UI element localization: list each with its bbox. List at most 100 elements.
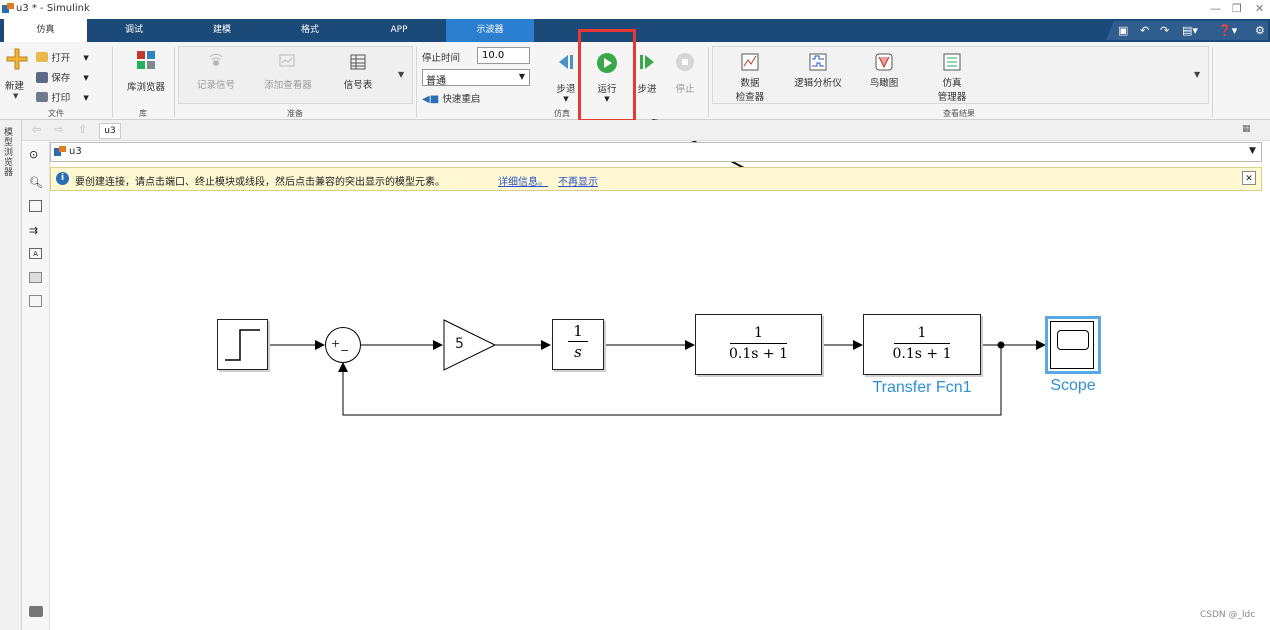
open-button[interactable]: 打开 ▼ [36,50,100,64]
title-bar: u3 * - Simulink — ❐ ✕ [0,0,1270,19]
hide-browser-icon[interactable]: ⊙ [29,148,38,161]
review-expand-icon[interactable]: ▼ [1194,70,1200,79]
step-icon [225,329,260,361]
area-icon[interactable] [29,295,42,307]
tab-debug[interactable]: 调试 [92,19,176,42]
new-icon [6,48,28,70]
export-icon[interactable]: ▤▾ [1182,22,1198,39]
fast-restart-icon: ◀■ [422,94,440,105]
tf-denominator: 0.1s + 1 [729,346,788,362]
sum-block[interactable]: + − [325,327,361,363]
details-link[interactable]: 详细信息。 [498,173,548,188]
simulink-logo-icon [2,3,14,13]
integrator-block[interactable]: 1 s [552,319,604,370]
sim-manager-button[interactable]: 仿真 管理器 [934,52,970,103]
print-button[interactable]: 打印 ▼ [36,90,100,104]
scope-block[interactable] [1045,316,1101,374]
close-icon[interactable]: ✕ [1255,2,1264,15]
printer-icon [36,92,48,102]
chevron-down-icon: ▼ [518,72,525,81]
tf1-denominator: 0.1s + 1 [892,346,952,362]
tab-apps[interactable]: APP [356,19,442,42]
ribbon-divider [708,47,709,117]
logic-analyzer-button[interactable]: 逻辑分析仪 [790,52,846,89]
route-lines-icon[interactable]: ⇉ [29,224,38,237]
birdseye-icon [875,53,893,71]
ribbon-divider [416,47,417,117]
annotation-icon[interactable]: A [29,248,42,259]
transfer-fcn1-label: Transfer Fcn1 [872,379,972,396]
folder-icon [36,52,48,62]
gain-value: 5 [455,336,464,352]
keyboard-icon[interactable]: ▦ [1242,124,1251,134]
image-icon[interactable] [29,272,42,283]
log-signal-button[interactable]: 记录信号 [190,52,242,91]
new-button[interactable]: 新建 ▼ [5,48,28,100]
close-icon[interactable]: ✕ [1242,171,1256,185]
tab-modeling[interactable]: 建模 [180,19,264,42]
ribbon-divider [112,47,113,117]
library-grid-icon [137,51,155,69]
ribbon-divider [1212,47,1213,117]
stop-icon [676,53,694,71]
up-icon[interactable]: ⇧ [78,123,87,136]
fraction-bar [894,343,950,344]
dont-show-again-link[interactable]: 不再显示 [558,173,598,188]
section-prepare: 准备 [287,109,303,118]
save-icon[interactable]: ▣ [1118,22,1128,39]
transfer-fcn-block[interactable]: 1 0.1s + 1 [695,314,822,375]
model-browser-tab[interactable]: 模型浏览器 [4,128,16,178]
prepare-expand-icon[interactable]: ▼ [398,70,404,79]
window-title: u3 * - Simulink [16,3,90,14]
stop-button[interactable]: 停止 [672,52,698,95]
model-browser-rail: 模型浏览器 [0,120,22,630]
signal-table-button[interactable]: 信号表 [334,52,382,91]
scope-screen-icon [1057,330,1089,350]
undo-icon[interactable]: ↶ [1140,22,1149,39]
library-browser-button[interactable]: 库浏览器 [122,50,170,93]
save-button[interactable]: 保存 ▼ [36,70,100,84]
redo-icon[interactable]: ↷ [1160,22,1169,39]
forward-icon[interactable]: ⇨ [54,123,63,136]
model-canvas[interactable] [50,191,1262,630]
fraction-bar [568,341,588,342]
settings-icon[interactable]: ⚙ [1255,22,1265,39]
tab-format[interactable]: 格式 [268,19,352,42]
model-icon [54,146,66,156]
minimize-icon[interactable]: — [1210,2,1221,15]
integrator-denominator: s [574,343,582,361]
canvas-toolbar: ⊙ 🔍︎ ⇉ A [22,120,50,630]
step-forward-button[interactable]: 步进 [634,52,660,95]
birdseye-button[interactable]: 鸟瞰图 [866,52,902,89]
tf-numerator: 1 [754,325,763,341]
help-icon[interactable]: ❓▾ [1218,22,1237,39]
fit-view-icon[interactable] [29,200,42,212]
sim-mode-select[interactable]: 普通 ▼ [422,69,530,87]
step-block[interactable] [217,319,268,370]
tab-simulation[interactable]: 仿真 [4,19,87,42]
stop-time-input[interactable] [477,47,530,64]
back-icon[interactable]: ⇦ [32,123,41,136]
gain-block[interactable] [443,319,497,371]
info-icon: i [56,172,69,185]
fast-restart-toggle[interactable]: ◀■ 快速重启 [422,91,480,105]
fraction-bar [730,343,787,344]
info-message: 要创建连接，请点击端口、终止模块或线段，然后点击兼容的突出显示的模型元素。 [75,177,445,188]
broadcast-icon [209,53,223,66]
step-forward-icon [640,55,654,69]
zoom-icon[interactable]: 🔍︎ [29,176,43,189]
tf1-numerator: 1 [917,325,927,341]
navigation-bar: ⇦ ⇨ ⇧ u3 ▦ [22,120,1270,141]
restore-icon[interactable]: ❐ [1232,2,1242,15]
stop-time-label: 停止时间 [422,53,461,64]
data-inspector-button[interactable]: 数据 检查器 [730,52,770,103]
add-viewer-button[interactable]: 添加查看器 [256,52,320,91]
chevron-down-icon[interactable]: ▼ [1249,146,1256,156]
camera-icon[interactable] [29,606,43,617]
tab-scope[interactable]: 示波器 [446,19,534,42]
model-tab[interactable]: u3 [99,123,121,139]
transfer-fcn1-block[interactable]: 1 0.1s + 1 [863,314,981,375]
logic-analyzer-icon [809,53,827,71]
address-bar[interactable]: u3 ▼ [50,142,1262,162]
step-back-button[interactable]: 步退 ▼ [553,52,579,103]
